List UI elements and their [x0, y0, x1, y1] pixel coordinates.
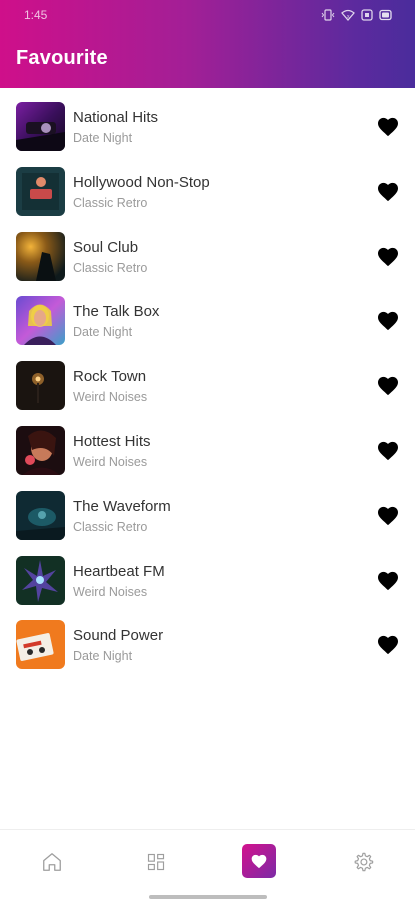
list-item[interactable]: Hottest Hits Weird Noises	[0, 424, 415, 489]
station-artwork	[16, 555, 65, 605]
station-artwork	[16, 102, 65, 151]
home-indicator	[149, 895, 267, 899]
station-artwork	[16, 361, 65, 411]
station-genre: Classic Retro	[73, 519, 148, 534]
heart-icon[interactable]	[377, 182, 399, 202]
list-item[interactable]: Heartbeat FM Weird Noises	[0, 554, 415, 619]
station-artwork	[16, 425, 65, 475]
settings-icon	[354, 852, 374, 872]
station-name: National Hits	[73, 109, 159, 126]
station-name: Sound Power	[73, 627, 164, 645]
list-item[interactable]: The Waveform Classic Retro	[0, 489, 415, 554]
wifi-icon: x	[341, 9, 355, 21]
list-item[interactable]: Soul Club Classic Retro	[0, 230, 415, 295]
station-genre: Date Night	[73, 325, 133, 340]
vibrate-icon	[321, 9, 335, 21]
heart-icon[interactable]	[377, 506, 399, 526]
station-artwork	[16, 490, 65, 540]
station-name: Rock Town	[73, 368, 147, 386]
station-artwork	[16, 166, 65, 216]
station-name: The Waveform	[73, 497, 171, 515]
station-artwork	[16, 231, 65, 281]
station-name: Soul Club	[73, 238, 139, 256]
heart-icon[interactable]	[377, 571, 399, 591]
heart-icon	[251, 854, 267, 868]
heart-icon[interactable]	[377, 247, 399, 267]
list-item[interactable]: Sound Power Date Night	[0, 618, 415, 683]
status-icons: x	[321, 9, 393, 21]
heart-icon[interactable]	[377, 376, 399, 396]
station-name: The Talk Box	[73, 303, 160, 321]
page-title: Favourite	[16, 47, 108, 69]
station-name: Heartbeat FM	[73, 562, 165, 580]
list-item[interactable]: Rock Town Weird Noises	[0, 359, 415, 424]
heart-icon[interactable]	[377, 117, 399, 137]
station-artwork	[16, 296, 65, 346]
station-genre: Weird Noises	[73, 390, 148, 405]
heart-icon[interactable]	[377, 441, 399, 461]
station-genre: Weird Noises	[73, 454, 148, 469]
list-item[interactable]: The Talk Box Date Night	[0, 294, 415, 359]
grid-icon	[147, 853, 165, 871]
station-name: Hollywood Non-Stop	[73, 173, 210, 191]
station-genre: Date Night	[73, 649, 133, 664]
nav-home[interactable]	[34, 844, 70, 880]
station-genre: Weird Noises	[73, 584, 148, 599]
heart-icon[interactable]	[377, 311, 399, 331]
list-item[interactable]: National Hits Date Night	[0, 100, 415, 165]
favourites-list: National Hits Date Night Hollywood Non-S…	[0, 100, 415, 683]
station-genre: Classic Retro	[73, 260, 148, 275]
app-header: 1:45 x Favourite	[0, 0, 415, 88]
home-icon	[43, 853, 61, 871]
nav-favourites[interactable]	[242, 844, 276, 878]
nav-settings[interactable]	[345, 844, 381, 880]
station-genre: Classic Retro	[73, 195, 148, 210]
signal-icon	[361, 9, 373, 21]
status-time: 1:45	[24, 8, 48, 22]
nav-browse[interactable]	[138, 844, 174, 880]
list-item[interactable]: Hollywood Non-Stop Classic Retro	[0, 165, 415, 230]
battery-icon	[379, 9, 392, 21]
status-bar: 1:45 x	[0, 0, 415, 30]
bottom-nav	[0, 830, 415, 900]
heart-icon[interactable]	[377, 635, 399, 655]
station-artwork	[16, 620, 65, 670]
station-genre: Date Night	[73, 131, 133, 145]
station-name: Hottest Hits	[73, 432, 151, 450]
